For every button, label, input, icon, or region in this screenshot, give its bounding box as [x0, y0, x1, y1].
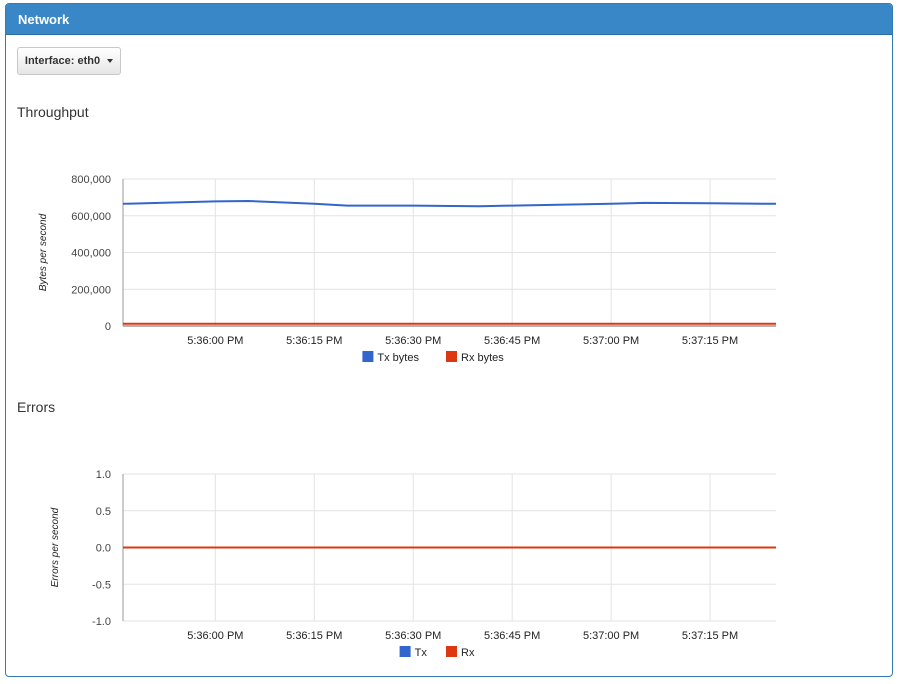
interface-dropdown-label: Interface: eth0 — [24, 55, 101, 67]
x-tick-label: 5:36:15 PM — [286, 335, 342, 347]
chart-legend: Tx bytes Rx bytes — [362, 351, 504, 364]
y-tick-label: 0.0 — [96, 543, 111, 555]
legend-swatch — [446, 646, 457, 657]
y-tick-label: 800,000 — [71, 174, 111, 186]
x-tick-label: 5:37:15 PM — [682, 335, 738, 347]
x-tick-label: 5:36:45 PM — [484, 630, 540, 642]
y-tick-label: -1.0 — [92, 616, 111, 628]
x-tick-label: 5:37:00 PM — [583, 630, 639, 642]
x-tick-label: 5:36:45 PM — [484, 335, 540, 347]
x-tick-label: 5:36:00 PM — [187, 335, 243, 347]
interface-dropdown-button[interactable]: Interface: eth0 — [17, 47, 121, 75]
y-tick-label: 400,000 — [71, 248, 111, 260]
y-tick-label: 600,000 — [71, 211, 111, 223]
throughput-plot: 800,000 600,000 400,000 200,000 0 5:36:00 PM 5… — [38, 174, 777, 347]
legend-label: Tx bytes — [377, 352, 419, 364]
legend-label: Rx bytes — [461, 352, 504, 364]
y-tick-label: 0.5 — [96, 506, 111, 518]
x-tick-label: 5:37:15 PM — [682, 630, 738, 642]
errors-title: Errors — [17, 399, 56, 415]
legend-swatch — [362, 351, 374, 362]
legend-swatch — [446, 351, 457, 362]
errors-chart: 1.0 0.5 0.0 -0.5 -1.0 5:36:00 PM 5:36:15 PM 5:3… — [50, 469, 776, 659]
x-tick-label: 5:36:30 PM — [385, 630, 441, 642]
throughput-title: Throughput — [17, 104, 89, 120]
caret-down-icon — [107, 59, 114, 63]
x-tick-label: 5:37:00 PM — [583, 335, 639, 347]
throughput-chart: 800,000 600,000 400,000 200,000 0 5:36:00 PM 5… — [38, 174, 777, 364]
y-tick-label: 0 — [105, 321, 111, 333]
y-tick-label: 1.0 — [96, 469, 111, 481]
y-tick-label: 200,000 — [71, 284, 111, 296]
legend-label: Rx — [461, 647, 475, 659]
chart-legend: Tx Rx — [399, 646, 475, 659]
legend-swatch — [399, 646, 411, 657]
y-axis-title: Errors per second — [50, 507, 61, 587]
panel-title: Network — [6, 4, 892, 35]
y-tick-label: -0.5 — [92, 579, 111, 591]
errors-plot: 1.0 0.5 0.0 -0.5 -1.0 5:36:00 PM 5:36:15 PM 5:3… — [50, 469, 776, 642]
x-tick-label: 5:36:15 PM — [286, 630, 342, 642]
y-axis-title: Bytes per second — [38, 213, 49, 291]
series-line-tx-bytes — [122, 200, 777, 208]
x-tick-label: 5:36:30 PM — [385, 335, 441, 347]
legend-label: Tx — [415, 647, 428, 659]
x-tick-label: 5:36:00 PM — [187, 630, 243, 642]
network-panel: Network Interface: eth0 Throughput 800,0… — [5, 3, 893, 677]
